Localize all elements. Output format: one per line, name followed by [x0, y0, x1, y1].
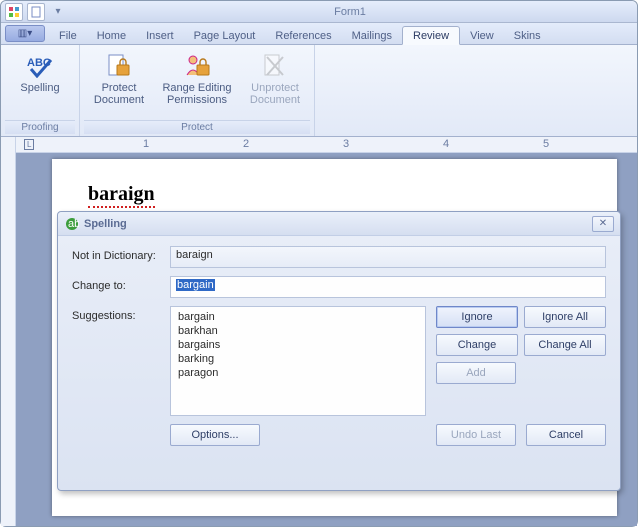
- ruler-mark-4: 4: [443, 138, 449, 150]
- unprotect-doc-label: Unprotect Document: [243, 82, 307, 106]
- tab-file[interactable]: File: [49, 27, 87, 44]
- dialog-footer: Options... Undo Last Cancel: [170, 424, 606, 446]
- dialog-icon: ab: [64, 216, 80, 232]
- ruler-mark-1: 1: [143, 138, 149, 150]
- svg-text:ab: ab: [68, 218, 79, 230]
- dialog-close-button[interactable]: ✕: [592, 216, 614, 232]
- tab-skins[interactable]: Skins: [504, 27, 551, 44]
- not-in-dict-field: baraign: [170, 246, 606, 268]
- tab-mailings[interactable]: Mailings: [342, 27, 402, 44]
- label-change-to: Change to:: [72, 276, 162, 298]
- spelling-button[interactable]: ABC Spelling: [5, 47, 75, 120]
- tab-insert[interactable]: Insert: [136, 27, 184, 44]
- protect-doc-icon: [103, 52, 135, 80]
- suggestion-item[interactable]: paragon: [176, 366, 420, 380]
- spelling-label: Spelling: [20, 82, 59, 94]
- suggestion-item[interactable]: bargain: [176, 310, 420, 324]
- ruler-mark-5: 5: [543, 138, 549, 150]
- app-menu-button[interactable]: ▥▾: [5, 25, 45, 42]
- label-not-in-dict: Not in Dictionary:: [72, 246, 162, 268]
- ribbon-group-proofing: ABC Spelling Proofing: [1, 45, 80, 136]
- ribbon-tabs: File Home Insert Page Layout References …: [49, 23, 637, 44]
- qat-app-icon[interactable]: [5, 3, 23, 21]
- range-editing-button[interactable]: Range Editing Permissions: [154, 47, 240, 120]
- range-editing-label: Range Editing Permissions: [157, 82, 237, 106]
- suggestion-item[interactable]: bargains: [176, 338, 420, 352]
- ribbon: ABC Spelling Proofing Protect Document R…: [1, 45, 637, 137]
- change-to-input[interactable]: bargain: [170, 276, 606, 298]
- options-button[interactable]: Options...: [170, 424, 260, 446]
- group-label-proofing: Proofing: [5, 120, 75, 134]
- protect-doc-label: Protect Document: [87, 82, 151, 106]
- tab-view[interactable]: View: [460, 27, 504, 44]
- tab-references[interactable]: References: [265, 27, 341, 44]
- suggestions-list[interactable]: bargain barkhan bargains barking paragon: [170, 306, 426, 416]
- group-label-protect: Protect: [84, 120, 310, 134]
- tab-home[interactable]: Home: [87, 27, 136, 44]
- titlebar: ▾ Form1: [1, 1, 637, 23]
- ignore-button[interactable]: Ignore: [436, 306, 518, 328]
- undo-last-button: Undo Last: [436, 424, 516, 446]
- dialog-body: Not in Dictionary: baraign Change to: ba…: [58, 236, 620, 490]
- qat-dropdown-icon[interactable]: ▾: [49, 3, 67, 21]
- tab-page-layout[interactable]: Page Layout: [184, 27, 266, 44]
- dialog-title: Spelling: [84, 218, 592, 230]
- unprotect-document-button: Unprotect Document: [240, 47, 310, 120]
- menubar: ▥▾ File Home Insert Page Layout Referenc…: [1, 23, 637, 45]
- qat-new-icon[interactable]: [27, 3, 45, 21]
- dialog-action-buttons: Ignore Ignore All Change Change All Add: [436, 306, 606, 416]
- range-editing-icon: [181, 52, 213, 80]
- add-button: Add: [436, 362, 516, 384]
- spellcheck-icon: ABC: [24, 52, 56, 80]
- ruler-mark-3: 3: [343, 138, 349, 150]
- suggestion-item[interactable]: barking: [176, 352, 420, 366]
- horizontal-ruler: L 1 2 3 4 5: [16, 137, 637, 153]
- dialog-header[interactable]: ab Spelling ✕: [58, 212, 620, 236]
- ignore-all-button[interactable]: Ignore All: [524, 306, 606, 328]
- vertical-gutter: [1, 137, 16, 526]
- protect-document-button[interactable]: Protect Document: [84, 47, 154, 120]
- window-title: Form1: [67, 6, 633, 18]
- spelling-dialog: ab Spelling ✕ Not in Dictionary: baraign…: [57, 211, 621, 491]
- ruler-mark-2: 2: [243, 138, 249, 150]
- tab-review[interactable]: Review: [402, 26, 460, 45]
- misspelled-word[interactable]: baraign: [88, 183, 155, 208]
- unprotect-doc-icon: [259, 52, 291, 80]
- quick-access-toolbar: ▾: [5, 3, 67, 21]
- label-suggestions: Suggestions:: [72, 306, 162, 416]
- ribbon-group-protect: Protect Document Range Editing Permissio…: [80, 45, 315, 136]
- app-window: ▾ Form1 ▥▾ File Home Insert Page Layout …: [0, 0, 638, 527]
- cancel-button[interactable]: Cancel: [526, 424, 606, 446]
- change-button[interactable]: Change: [436, 334, 518, 356]
- change-all-button[interactable]: Change All: [524, 334, 606, 356]
- suggestion-item[interactable]: barkhan: [176, 324, 420, 338]
